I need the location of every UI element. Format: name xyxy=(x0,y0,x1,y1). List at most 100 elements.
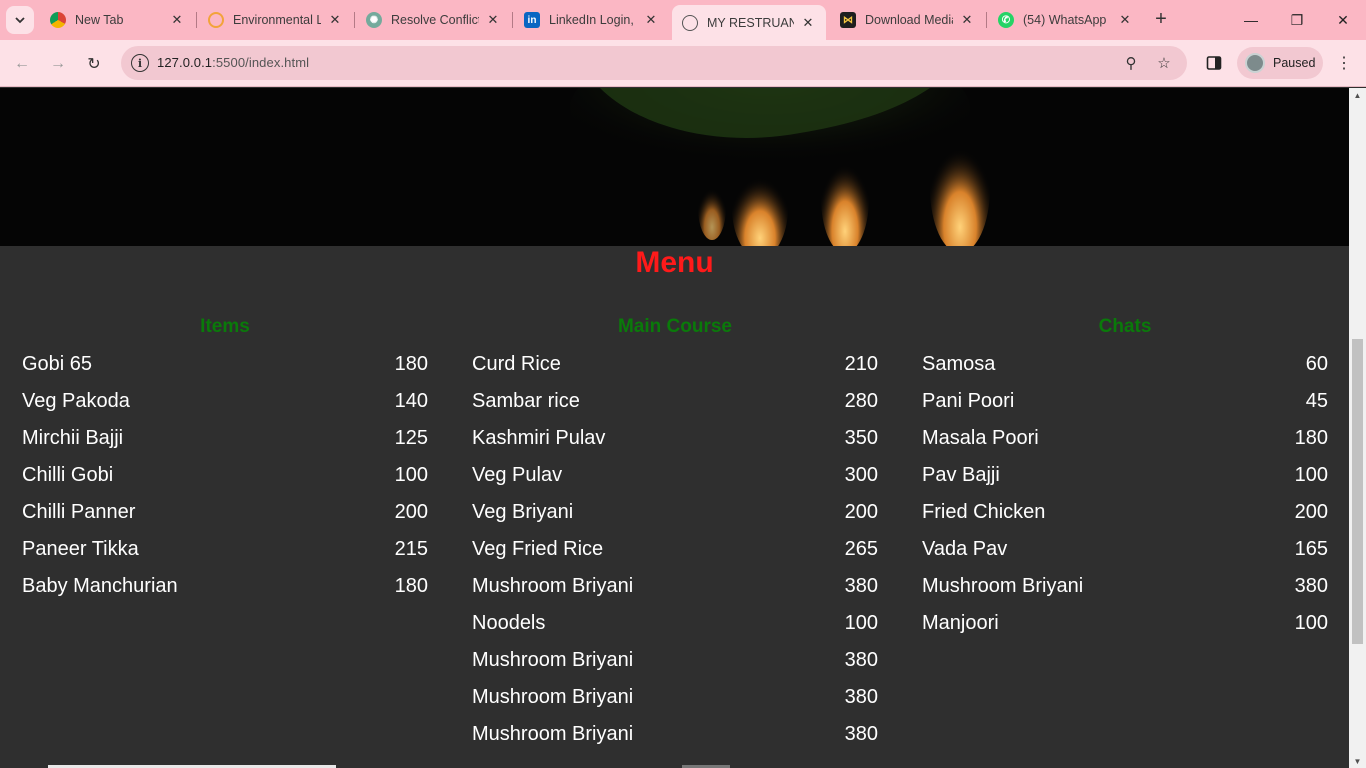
vertical-scrollbar[interactable]: ▲ ▼ xyxy=(1349,88,1366,768)
tab-title: LinkedIn Login, S xyxy=(549,13,637,27)
menu-item: Manjoori 100 xyxy=(922,612,1328,649)
item-price: 100 xyxy=(844,612,878,634)
site-info-icon[interactable]: i xyxy=(131,54,149,72)
menu-item: Samosa 60 xyxy=(922,353,1328,390)
menu-item: Mirchii Bajji 125 xyxy=(22,427,428,464)
menu-item: Veg Pakoda 140 xyxy=(22,390,428,427)
close-icon[interactable]: ✕ xyxy=(1117,12,1133,28)
plus-icon: + xyxy=(1155,7,1167,30)
item-price: 380 xyxy=(844,649,878,671)
item-price: 215 xyxy=(394,538,428,560)
globe-icon xyxy=(682,14,698,31)
item-price: 380 xyxy=(844,575,878,597)
tab-whatsapp[interactable]: ✆ (54) WhatsApp ✕ xyxy=(988,5,1143,35)
item-name: Chilli Gobi xyxy=(22,464,114,486)
close-icon[interactable]: ✕ xyxy=(959,12,975,28)
close-icon[interactable]: ✕ xyxy=(327,12,343,28)
tab-linkedin[interactable]: in LinkedIn Login, S ✕ xyxy=(514,5,669,35)
tab-search-button[interactable] xyxy=(6,6,34,34)
item-name: Mushroom Briyani xyxy=(472,723,634,745)
close-window-button[interactable]: ✕ xyxy=(1320,0,1366,40)
item-price: 280 xyxy=(844,390,878,412)
address-bar[interactable]: i 127.0.0.1:5500/index.html ⚲ ☆ xyxy=(121,46,1187,80)
menu-item: Curd Rice 210 xyxy=(472,353,878,390)
restore-button[interactable]: ❐ xyxy=(1274,0,1320,40)
media-icon: ⋈ xyxy=(840,12,856,28)
arrow-right-icon: → xyxy=(50,55,66,72)
menu-item: Gobi 65 180 xyxy=(22,353,428,390)
tab-strip: New Tab ✕ Environmental L ✕ ✺ Resolve Co… xyxy=(0,0,1366,40)
close-icon[interactable]: ✕ xyxy=(169,12,185,28)
tab-title: (54) WhatsApp xyxy=(1023,13,1107,27)
item-name: Curd Rice xyxy=(472,353,561,375)
item-name: Pav Bajji xyxy=(922,464,1000,486)
tab-resolve-conflict[interactable]: ✺ Resolve Conflict ✕ xyxy=(356,5,511,35)
menu-item: Vada Pav 165 xyxy=(922,538,1328,575)
item-price: 180 xyxy=(394,575,428,597)
close-icon[interactable]: ✕ xyxy=(800,15,816,31)
item-name: Mushroom Briyani xyxy=(922,575,1084,597)
menu-item: Fried Chicken 200 xyxy=(922,501,1328,538)
menu-item: Pav Bajji 100 xyxy=(922,464,1328,501)
forward-button[interactable]: → xyxy=(44,50,72,78)
reload-button[interactable]: ↻ xyxy=(80,50,108,78)
url-text[interactable]: 127.0.0.1:5500/index.html xyxy=(157,55,309,70)
minimize-button[interactable]: — xyxy=(1228,0,1274,40)
side-panel-icon[interactable] xyxy=(1202,51,1226,75)
section-title: Chats xyxy=(1098,316,1152,337)
tab-new-tab[interactable]: New Tab ✕ xyxy=(40,5,195,35)
item-price: 200 xyxy=(844,501,878,523)
tab-separator xyxy=(512,12,513,28)
chatgpt-icon: ✺ xyxy=(366,12,382,28)
bookmark-star-icon[interactable]: ☆ xyxy=(1154,53,1174,73)
new-tab-button[interactable]: + xyxy=(1150,8,1172,30)
chevron-down-icon xyxy=(15,17,25,24)
menu-item: Mushroom Briyani 380 xyxy=(472,649,878,686)
menu-kebab-icon[interactable]: ⋮ xyxy=(1332,51,1356,75)
menu-item: Noodels 100 xyxy=(472,612,878,649)
menu-section: Main Course Curd Rice 210 Sambar rice 280 Kas… xyxy=(472,316,878,760)
item-price: 200 xyxy=(394,501,428,523)
profile-status: Paused xyxy=(1273,56,1316,70)
menu-item: Mushroom Briyani 380 xyxy=(472,686,878,723)
item-name: Paneer Tikka xyxy=(22,538,139,560)
item-price: 300 xyxy=(844,464,878,486)
zoom-icon[interactable]: ⚲ xyxy=(1121,53,1141,73)
item-name: Mirchii Bajji xyxy=(22,427,124,449)
menu-item: Pani Poori 45 xyxy=(922,390,1328,427)
browser-toolbar: ← → ↻ i 127.0.0.1:5500/index.html ⚲ ☆ Pa… xyxy=(0,40,1366,87)
tab-my-restruant[interactable]: MY RESTRUANT ✕ xyxy=(672,5,826,40)
menu-item: Chilli Gobi 100 xyxy=(22,464,428,501)
scrollbar-thumb[interactable] xyxy=(1352,339,1363,644)
scroll-up-icon[interactable]: ▲ xyxy=(1349,88,1366,102)
menu-item: Baby Manchurian 180 xyxy=(22,575,428,612)
profile-button[interactable]: Paused xyxy=(1237,47,1323,79)
item-price: 350 xyxy=(844,427,878,449)
item-name: Samosa xyxy=(922,353,996,375)
item-name: Manjoori xyxy=(922,612,999,634)
item-price: 265 xyxy=(844,538,878,560)
menu-title: Menu xyxy=(635,246,714,279)
hero-image xyxy=(0,88,1349,246)
linkedin-icon: in xyxy=(524,12,540,28)
item-price: 380 xyxy=(1294,575,1328,597)
tab-download-media[interactable]: ⋈ Download Media ✕ xyxy=(830,5,985,35)
item-name: Veg Fried Rice xyxy=(472,538,604,560)
browser-window: New Tab ✕ Environmental L ✕ ✺ Resolve Co… xyxy=(0,0,1366,768)
tab-title: MY RESTRUANT xyxy=(707,15,794,30)
back-button[interactable]: ← xyxy=(8,50,36,78)
menu-item: Veg Pulav 300 xyxy=(472,464,878,501)
arrow-left-icon: ← xyxy=(14,55,30,72)
item-price: 210 xyxy=(844,353,878,375)
item-price: 180 xyxy=(1294,427,1328,449)
item-name: Sambar rice xyxy=(472,390,580,412)
close-icon[interactable]: ✕ xyxy=(643,12,659,28)
close-icon[interactable]: ✕ xyxy=(485,12,501,28)
tab-environmental[interactable]: Environmental L ✕ xyxy=(198,5,353,35)
item-price: 165 xyxy=(1294,538,1328,560)
reload-icon: ↻ xyxy=(87,56,101,73)
scroll-down-icon[interactable]: ▼ xyxy=(1349,754,1366,768)
environment-icon xyxy=(208,12,224,28)
item-name: Chilli Panner xyxy=(22,501,136,523)
page-viewport: Menu Items Gobi 65 180 Veg Pakoda 140 Mirchii… xyxy=(0,88,1349,768)
